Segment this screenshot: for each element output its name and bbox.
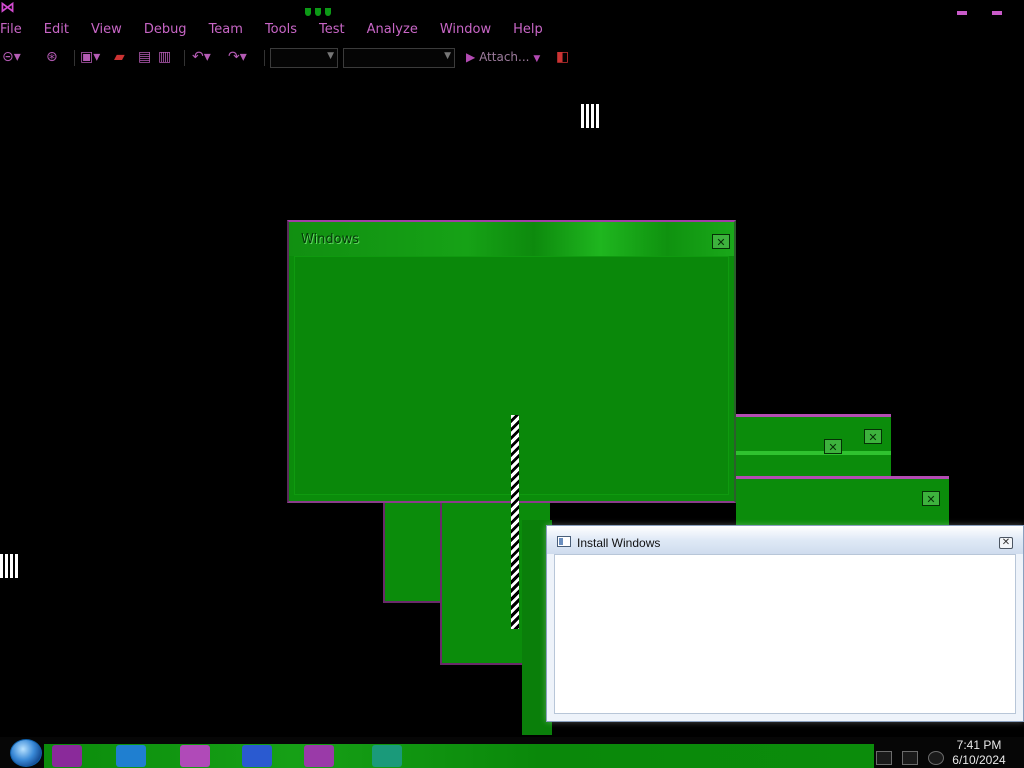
play-icon: ▶ [466,50,476,64]
system-tray [872,745,952,767]
taskbar-app-button[interactable] [304,745,334,767]
desktop-screen: ⋈ File Edit View Debug Team Tools Test A… [0,0,1024,768]
taskbar-app-button[interactable] [372,745,402,767]
windows-dialog-title: Windows [301,232,360,247]
install-windows-body [554,554,1016,714]
close-icon[interactable]: ✕ [824,439,842,454]
menu-window[interactable]: Window [429,21,502,39]
new-project-icon[interactable]: ▣▾ [80,48,100,66]
glitch-artifact [581,104,599,128]
menu-team[interactable]: Team [198,21,254,39]
close-icon[interactable]: ✕ [922,491,940,506]
menu-file[interactable]: File [0,21,33,39]
network-icon[interactable] [902,751,918,765]
flag-icon[interactable] [876,751,892,765]
menu-edit[interactable]: Edit [33,21,80,39]
menu-help[interactable]: Help [502,21,554,39]
toolbar-separator [74,50,75,66]
solution-configuration-dropdown[interactable]: ▼ [270,48,338,68]
close-icon[interactable]: ✕ [712,234,730,249]
menu-bar: File Edit View Debug Team Tools Test Ana… [0,21,554,39]
restore-icon[interactable] [992,11,1002,15]
taskbar-app-button[interactable] [242,745,272,767]
windows-logo-icon [10,739,42,767]
minimize-icon[interactable] [956,11,967,15]
install-windows-title: Install Windows [577,536,661,550]
start-button[interactable] [4,737,44,767]
chevron-down-icon: ▼ [327,51,334,61]
menu-analyze[interactable]: Analyze [356,21,429,39]
save-all-icon[interactable]: ▥ [158,48,171,66]
glitched-window: ✕ ✕ [736,414,891,477]
taskbar-glitch-strip [44,744,874,768]
install-windows-dialog: Install Windows ✕ [546,525,1024,722]
back-icon[interactable]: ⊝▾ [2,48,21,66]
menu-tools[interactable]: Tools [254,21,308,39]
window-notch [305,4,335,16]
taskbar-clock[interactable]: 7:41 PM 6/10/2024 [944,738,1014,768]
attach-button[interactable]: ▶ Attach... ▼ [466,48,540,68]
window-icon [557,536,571,547]
browser-link-icon[interactable]: ◧ [556,48,569,66]
volume-icon[interactable] [928,751,944,765]
taskbar-app-button[interactable] [180,745,210,767]
taskbar-app-button[interactable] [116,745,146,767]
glitch-stripe [511,415,519,629]
menu-view[interactable]: View [80,21,133,39]
solution-platform-dropdown[interactable]: ▼ [343,48,455,68]
taskbar-app-button[interactable] [52,745,82,767]
install-windows-titlebar[interactable]: Install Windows ✕ [547,526,1023,554]
chevron-down-icon: ▼ [533,54,541,64]
window-controls [937,0,1002,15]
attach-label: Attach... [479,50,530,64]
clock-date: 6/10/2024 [952,753,1006,767]
glitch-artifact [0,554,18,578]
open-file-icon[interactable]: ▰ [114,48,125,66]
close-button[interactable]: ✕ [999,537,1013,549]
menu-test[interactable]: Test [308,21,356,39]
close-icon[interactable]: ✕ [864,429,882,444]
toolbar-separator [184,50,185,66]
visual-studio-logo-icon: ⋈ [0,0,15,16]
chevron-down-icon: ▼ [444,51,451,61]
menu-debug[interactable]: Debug [133,21,198,39]
undo-icon[interactable]: ↶▾ [192,48,211,66]
forward-icon[interactable]: ⊛ [46,48,58,66]
redo-icon[interactable]: ↷▾ [228,48,247,66]
glitch-strip [736,451,891,455]
glitched-window: ✕ [736,476,949,526]
toolbar: ⊝▾ ⊛ ▣▾ ▰ ▤ ▥ ↶▾ ↷▾ ▼ ▼ ▶ Attach... ▼ ◧ [0,44,620,70]
toolbar-separator [264,50,265,66]
clock-time: 7:41 PM [956,738,1002,752]
save-icon[interactable]: ▤ [138,48,151,66]
